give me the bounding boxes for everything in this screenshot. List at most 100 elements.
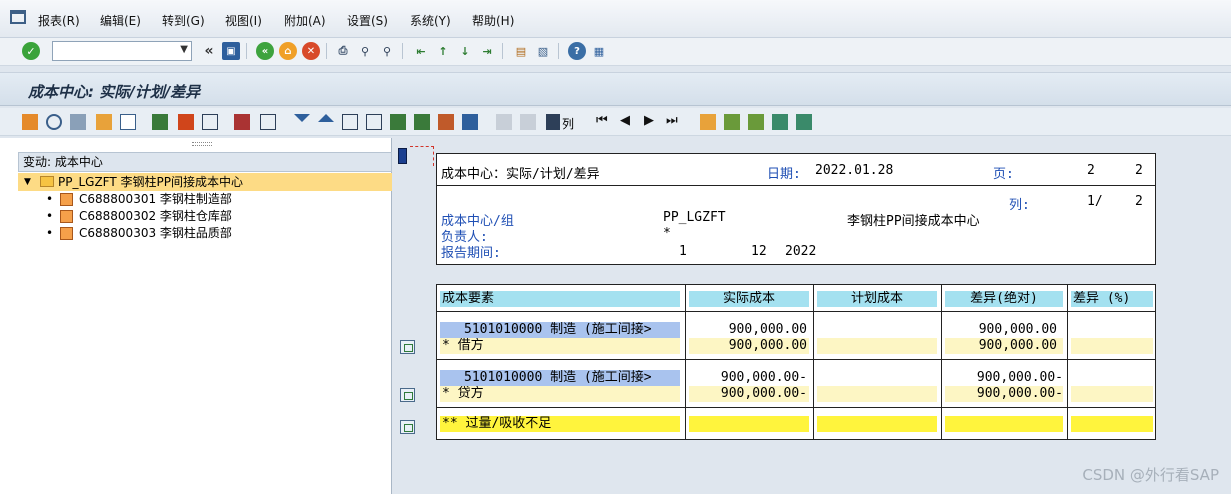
table-row-element[interactable]: * 借方 <box>440 338 680 354</box>
tree-collapse-icon[interactable] <box>748 114 764 130</box>
last-page-icon[interactable]: ⇥ <box>478 42 496 60</box>
table-row-plan[interactable] <box>817 416 937 432</box>
expand-all-icon[interactable] <box>342 114 358 130</box>
splitter-grip[interactable] <box>192 142 212 146</box>
table-row-actual[interactable]: 900,000.00- <box>689 370 809 386</box>
menu-help[interactable]: 帮助(H) <box>472 12 514 29</box>
totals-icon[interactable] <box>438 114 454 130</box>
column-header-plan[interactable]: 计划成本 <box>817 291 937 307</box>
table-row-actual[interactable]: 900,000.00 <box>689 338 809 354</box>
column-header-actual[interactable]: 实际成本 <box>689 291 809 307</box>
previous-column-icon[interactable]: ◀ <box>620 113 630 128</box>
table-row-plan[interactable] <box>817 370 937 386</box>
command-field[interactable]: ▼ <box>52 41 192 61</box>
table-row-variance-abs[interactable]: 900,000.00 <box>945 322 1057 338</box>
collapse-icon[interactable] <box>318 114 334 122</box>
collapse-all-icon[interactable] <box>366 114 382 130</box>
cut-icon[interactable] <box>496 114 512 130</box>
filter-icon[interactable] <box>462 114 478 130</box>
print-preview-icon[interactable] <box>202 114 218 130</box>
menu-extras[interactable]: 附加(A) <box>284 12 326 29</box>
tree-root-node[interactable]: ▼ PP_LGZFT 李钢柱PP间接成本中心 <box>18 173 392 191</box>
chart-icon[interactable] <box>178 114 194 130</box>
tree-node[interactable]: • C688800303 李钢柱品质部 <box>18 225 392 242</box>
menu-edit[interactable]: 编辑(E) <box>100 12 141 29</box>
details-icon[interactable] <box>260 114 276 130</box>
column-header-element[interactable]: 成本要素 <box>440 291 680 307</box>
table-row-variance-pct[interactable] <box>1071 322 1153 338</box>
menu-goto[interactable]: 转到(G) <box>162 12 205 29</box>
table-row-plan[interactable] <box>817 338 937 354</box>
menu-system[interactable]: 系统(Y) <box>410 12 451 29</box>
table-row-variance-pct[interactable] <box>1071 416 1153 432</box>
line-item-icon[interactable] <box>400 340 415 354</box>
sort-descending-icon[interactable] <box>414 114 430 130</box>
table-row-variance-abs[interactable] <box>945 416 1063 432</box>
layout-menu-icon[interactable]: ▦ <box>590 42 608 60</box>
tree-expand-icon[interactable] <box>724 114 740 130</box>
expanded-triangle-icon[interactable]: ▼ <box>24 173 31 191</box>
line-item-icon[interactable] <box>400 420 415 434</box>
back-icon[interactable]: « <box>256 42 274 60</box>
system-menu-icon[interactable] <box>10 10 26 24</box>
watermark: CSDN @外行看SAP <box>1082 466 1219 484</box>
info-icon[interactable] <box>120 114 136 130</box>
shortcut-icon[interactable]: ▧ <box>534 42 552 60</box>
table-row-element[interactable]: ** 过量/吸收不足 <box>440 416 680 432</box>
previous-page-icon[interactable]: ↑ <box>434 42 452 60</box>
table-row-actual[interactable]: 900,000.00 <box>689 322 807 338</box>
last-column-icon[interactable]: ⏭ <box>666 113 678 128</box>
first-page-icon[interactable]: ⇤ <box>412 42 430 60</box>
table-row-variance-pct[interactable] <box>1071 338 1153 354</box>
next-page-icon[interactable]: ↓ <box>456 42 474 60</box>
menu-view[interactable]: 视图(I) <box>225 12 262 29</box>
menu-report[interactable]: 报表(R) <box>38 12 80 29</box>
drilldown-icon[interactable] <box>772 114 788 130</box>
column-button-label[interactable]: 列 <box>562 115 574 132</box>
sort-ascending-icon[interactable] <box>390 114 406 130</box>
binoculars-icon[interactable] <box>546 114 560 130</box>
variant-icon[interactable] <box>70 114 86 130</box>
save-icon[interactable]: ▣ <box>222 42 240 60</box>
back-history-icon[interactable]: « <box>200 42 218 60</box>
table-row-element[interactable]: * 贷方 <box>440 386 680 402</box>
table-row-variance-pct[interactable] <box>1071 370 1153 386</box>
tree-node[interactable]: • C688800302 李钢柱仓库部 <box>18 208 392 225</box>
help-icon[interactable]: ? <box>568 42 586 60</box>
table-row-element[interactable]: 5101010000 制造 (施工间接> <box>440 322 680 338</box>
column-header-variance-pct[interactable]: 差异 (%) <box>1071 291 1153 307</box>
display-icon[interactable] <box>46 114 62 130</box>
table-row-variance-abs[interactable]: 900,000.00 <box>945 338 1063 354</box>
table-row-actual[interactable] <box>689 416 809 432</box>
new-session-icon[interactable]: ▤ <box>512 42 530 60</box>
hierarchy-icon[interactable] <box>22 114 38 130</box>
table-row-variance-abs[interactable]: 900,000.00- <box>945 370 1063 386</box>
table-row-element[interactable]: 5101010000 制造 (施工间接> <box>440 370 680 386</box>
export-icon[interactable] <box>152 114 168 130</box>
table-row-variance-abs[interactable]: 900,000.00- <box>945 386 1063 402</box>
column-header-variance-abs[interactable]: 差异(绝对) <box>945 291 1063 307</box>
selection-corner-icon <box>410 146 434 166</box>
table-row-plan[interactable] <box>817 386 937 402</box>
table-row-actual[interactable]: 900,000.00- <box>689 386 809 402</box>
report-interface-icon[interactable] <box>700 114 716 130</box>
exit-icon[interactable]: ⌂ <box>279 42 297 60</box>
copy-icon[interactable] <box>520 114 536 130</box>
expand-icon[interactable] <box>294 114 310 122</box>
menu-settings[interactable]: 设置(S) <box>347 12 388 29</box>
table-row-plan[interactable] <box>817 322 937 338</box>
tree-node[interactable]: • C688800301 李钢柱制造部 <box>18 191 392 208</box>
layout-icon[interactable] <box>96 114 112 130</box>
cancel-icon[interactable]: ✕ <box>302 42 320 60</box>
print-icon[interactable]: ⎙ <box>334 42 352 60</box>
chevron-down-icon[interactable]: ▼ <box>180 44 188 55</box>
find-icon[interactable]: ⚲ <box>356 42 374 60</box>
find-next-icon[interactable]: ⚲ <box>378 42 396 60</box>
next-column-icon[interactable]: ▶ <box>644 113 654 128</box>
line-item-icon[interactable] <box>400 388 415 402</box>
table-row-variance-pct[interactable] <box>1071 386 1153 402</box>
enter-check-icon[interactable]: ✓ <box>22 42 40 60</box>
navigate-icon[interactable] <box>796 114 812 130</box>
first-column-icon[interactable]: ⏮ <box>596 113 608 128</box>
select-icon[interactable] <box>234 114 250 130</box>
